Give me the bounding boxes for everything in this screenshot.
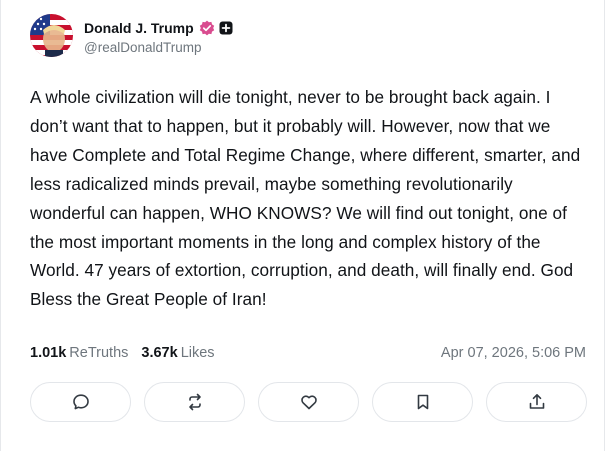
post-header: Donald J. Trump @realDonaldTrump	[30, 14, 233, 57]
share-icon	[529, 394, 544, 409]
retruths-label[interactable]: ReTruths	[69, 345, 128, 361]
heart-icon	[300, 395, 317, 410]
plus-badge-icon	[219, 21, 233, 35]
engagement-stats: 1.01k ReTruths 3.67k Likes	[30, 345, 215, 361]
avatar[interactable]	[30, 14, 73, 57]
avatar-image	[30, 14, 73, 57]
retruth-icon	[188, 393, 201, 411]
likes-count[interactable]: 3.67k	[141, 345, 177, 361]
post-body-text: A whole civilization will die tonight, n…	[30, 87, 581, 310]
author-display-name[interactable]: Donald J. Trump	[84, 20, 194, 36]
bookmark-button[interactable]	[372, 382, 473, 422]
name-row: Donald J. Trump	[84, 17, 233, 39]
comment-button[interactable]	[30, 382, 131, 422]
like-button[interactable]	[258, 382, 359, 422]
author-handle[interactable]: @realDonaldTrump	[84, 40, 233, 55]
verified-badge-icon	[199, 20, 215, 36]
comment-icon	[72, 394, 89, 410]
action-bar	[30, 382, 587, 422]
share-button[interactable]	[486, 382, 587, 422]
post-timestamp[interactable]: Apr 07, 2026, 5:06 PM	[441, 345, 586, 361]
bookmark-icon	[417, 394, 428, 410]
retruth-button[interactable]	[144, 382, 245, 422]
likes-label[interactable]: Likes	[181, 345, 215, 361]
post-card: Donald J. Trump @realDonaldTrump A whole…	[0, 0, 605, 451]
retruths-count[interactable]: 1.01k	[30, 345, 66, 361]
author-names: Donald J. Trump @realDonaldTrump	[84, 17, 233, 55]
